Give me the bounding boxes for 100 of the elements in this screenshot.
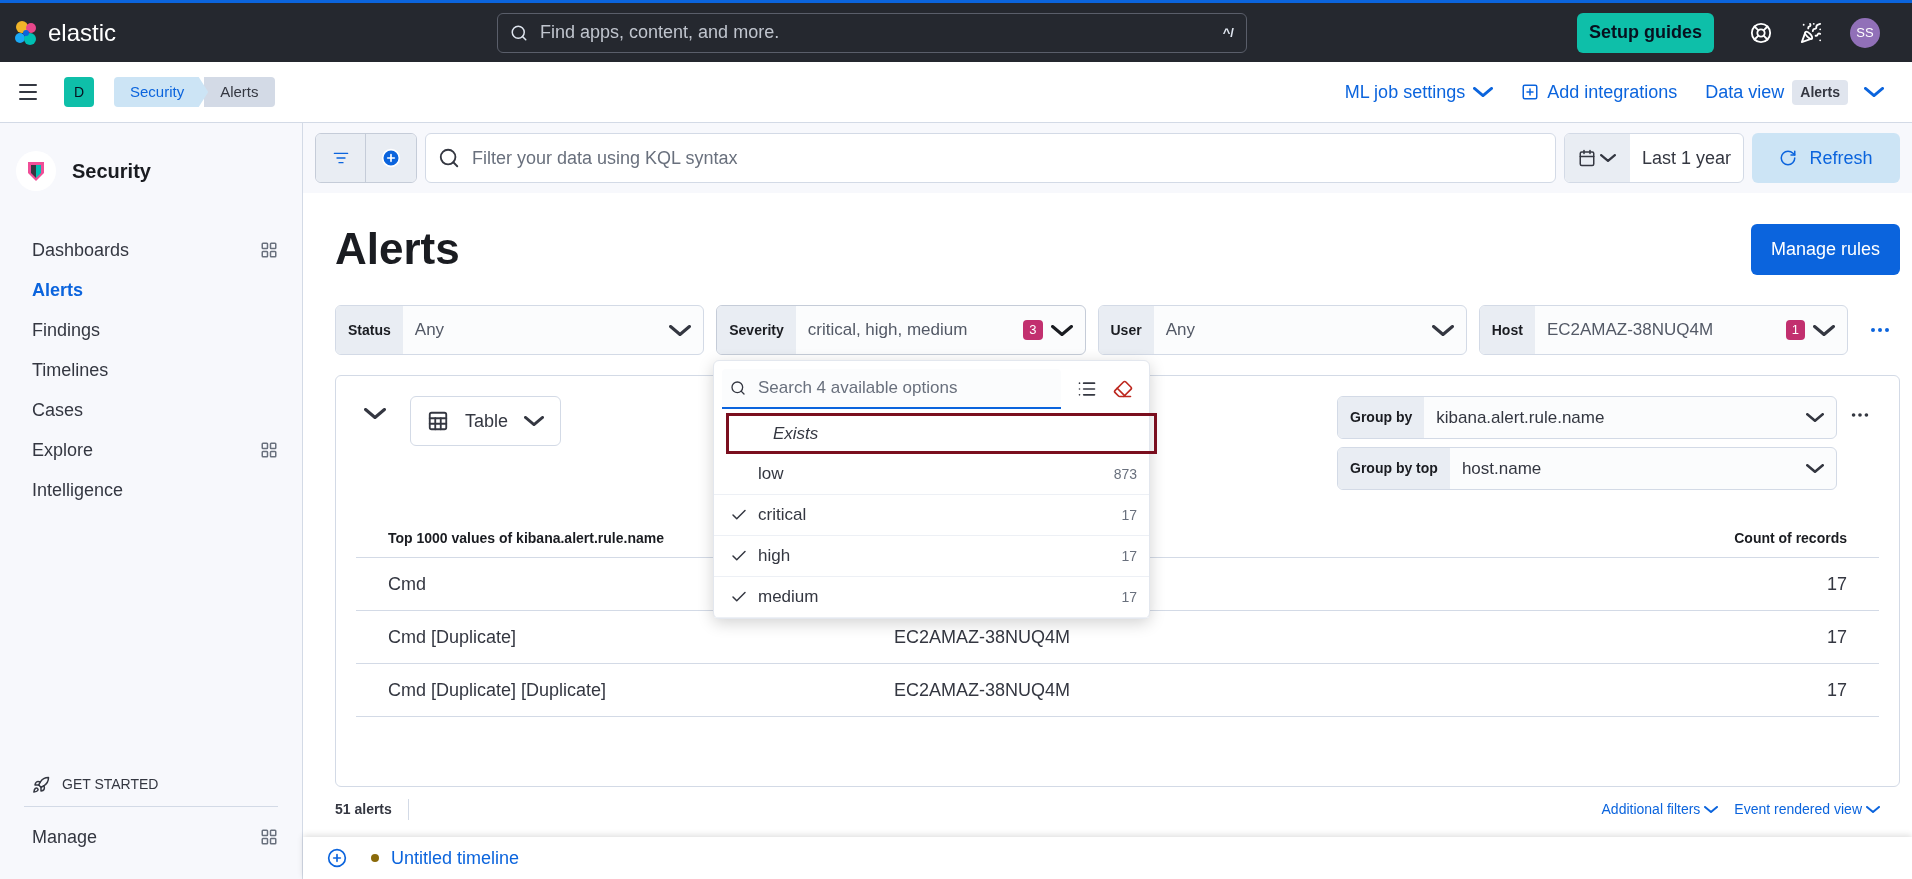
- filter-label: Severity: [717, 306, 796, 354]
- option-item[interactable]: critical 17: [714, 495, 1149, 536]
- chevron-down-icon: [1050, 324, 1073, 336]
- group-by-select[interactable]: Group by top host.name: [1337, 447, 1837, 490]
- sidebar-item[interactable]: Cases: [24, 390, 278, 430]
- chevron-down-icon: [1806, 464, 1824, 473]
- select-label: Group by: [1338, 397, 1425, 438]
- table-cell-text: EC2AMAZ-38NUQ4M: [894, 678, 1071, 702]
- rocket-icon: [32, 775, 50, 794]
- add-icon: [1521, 83, 1540, 101]
- logo-text: elastic: [48, 17, 117, 48]
- sidebar-item[interactable]: Findings: [24, 310, 278, 350]
- footer-link[interactable]: Event rendered view: [1734, 799, 1880, 820]
- add-icon[interactable]: [327, 848, 347, 868]
- setup-guides-button[interactable]: Setup guides: [1577, 12, 1714, 53]
- search-icon: [510, 23, 528, 42]
- date-picker-button[interactable]: [1564, 134, 1630, 182]
- get-started-link[interactable]: GET STARTED: [62, 774, 159, 795]
- sidebar-item[interactable]: Intelligence: [24, 470, 278, 510]
- table-cell-text: 17: [1826, 572, 1847, 596]
- table-cell-text: 17: [1826, 678, 1847, 702]
- page-title: Alerts: [335, 223, 460, 275]
- filter-control[interactable]: Severity critical, high, medium 3: [716, 305, 1086, 355]
- collapse-chevron-icon[interactable]: [364, 408, 386, 419]
- manage-link[interactable]: Manage: [32, 823, 98, 851]
- header-link[interactable]: Add integrations: [1521, 78, 1678, 106]
- grid-icon: [260, 241, 278, 259]
- filter-value: critical, high, medium: [806, 319, 969, 342]
- refresh-button[interactable]: Refresh: [1752, 133, 1900, 183]
- manage-rules-button[interactable]: Manage rules: [1750, 223, 1900, 275]
- data-view-label: Data view: [1705, 80, 1785, 104]
- search-icon: [438, 147, 460, 169]
- footer-link[interactable]: Additional filters: [1601, 799, 1719, 820]
- count-badge: 3: [1023, 320, 1043, 340]
- alerts-count: 51 alerts: [335, 799, 409, 820]
- chevron-down-icon: [1473, 87, 1494, 97]
- timeline-bar[interactable]: Untitled timeline: [303, 837, 1912, 879]
- option-item[interactable]: low 873: [714, 454, 1149, 495]
- table-cell: Cmd: [388, 573, 426, 594]
- view-selector-button[interactable]: Table: [410, 396, 562, 446]
- filter-control[interactable]: Status Any: [335, 305, 705, 355]
- chevron-down-icon[interactable]: [1864, 87, 1884, 97]
- breadcrumb[interactable]: Security: [114, 77, 209, 107]
- option-item[interactable]: medium 17: [714, 577, 1149, 618]
- sidebar-item[interactable]: Timelines: [24, 350, 278, 390]
- header-link[interactable]: ML job settings: [1344, 78, 1494, 106]
- eraser-icon[interactable]: [1113, 379, 1133, 399]
- search-placeholder: Find apps, content, and more.: [540, 21, 781, 44]
- option-item[interactable]: Exists: [726, 413, 1157, 454]
- search-icon: [730, 380, 746, 396]
- user-avatar[interactable]: SS: [1850, 17, 1880, 48]
- chevron-down-icon: [1813, 324, 1835, 336]
- shortcut-hint: ^/: [1222, 23, 1234, 42]
- search-placeholder: Search 4 available options: [758, 377, 958, 400]
- filter-value: Any: [413, 319, 446, 342]
- query-placeholder: Filter your data using KQL syntax: [472, 146, 738, 170]
- select-value: host.name: [1460, 457, 1543, 480]
- chevron-down-icon: [1704, 806, 1719, 813]
- select-value: kibana.alert.rule.name: [1435, 406, 1606, 429]
- count-badge: 1: [1785, 320, 1805, 340]
- column-header: Count of records: [1734, 529, 1847, 548]
- grid-icon: [260, 828, 278, 846]
- filter-label: Status: [336, 306, 403, 354]
- sidebar-title: Security: [72, 158, 151, 184]
- refresh-icon: [1779, 149, 1798, 167]
- query-field[interactable]: Filter your data using KQL syntax: [425, 133, 1556, 183]
- list-icon[interactable]: [1077, 379, 1097, 399]
- column-header: Top 1000 values of kibana.alert.rule.name: [388, 529, 665, 548]
- select-label: Group by top: [1338, 448, 1450, 489]
- option-item[interactable]: high 17: [714, 536, 1149, 577]
- sidebar-item[interactable]: Dashboards: [24, 230, 278, 270]
- sidebar-item[interactable]: Alerts: [24, 270, 278, 310]
- chevron-down-icon: [524, 416, 545, 426]
- sidebar-item[interactable]: Explore: [24, 430, 278, 470]
- table-cell-text: EC2AMAZ-38NUQ4M: [894, 625, 1071, 649]
- option-search-field[interactable]: Search 4 available options: [722, 369, 1061, 409]
- breadcrumb[interactable]: Alerts: [204, 77, 275, 107]
- help-icon[interactable]: [1750, 21, 1772, 44]
- table-cell: Cmd [Duplicate]: [388, 626, 517, 647]
- chevron-down-icon: [1431, 324, 1454, 336]
- add-filter-button[interactable]: [366, 134, 416, 182]
- filter-value: Any: [1164, 319, 1196, 342]
- filter-control[interactable]: Host EC2AMAZ-38NUQ4M 1: [1478, 305, 1848, 355]
- grid-icon: [260, 441, 278, 459]
- group-by-select[interactable]: Group by kibana.alert.rule.name: [1337, 396, 1837, 439]
- chevron-down-icon: [1600, 154, 1617, 162]
- chevron-down-icon: [1806, 413, 1824, 422]
- timeline-title[interactable]: Untitled timeline: [391, 844, 520, 872]
- table-icon: [427, 410, 449, 432]
- global-search-field[interactable]: Find apps, content, and more. ^/: [497, 12, 1247, 53]
- chevron-down-icon: [1866, 806, 1880, 813]
- security-logo-icon: [16, 150, 56, 191]
- space-avatar[interactable]: D: [64, 77, 94, 107]
- calendar-icon: [1578, 149, 1597, 167]
- add-icon: [381, 148, 401, 168]
- table-cell: Cmd [Duplicate] [Duplicate]: [388, 679, 607, 700]
- filter-label: User: [1098, 306, 1154, 354]
- filter-control[interactable]: User Any: [1097, 305, 1467, 355]
- news-icon[interactable]: [1800, 21, 1822, 44]
- data-view-badge[interactable]: Alerts: [1792, 79, 1848, 105]
